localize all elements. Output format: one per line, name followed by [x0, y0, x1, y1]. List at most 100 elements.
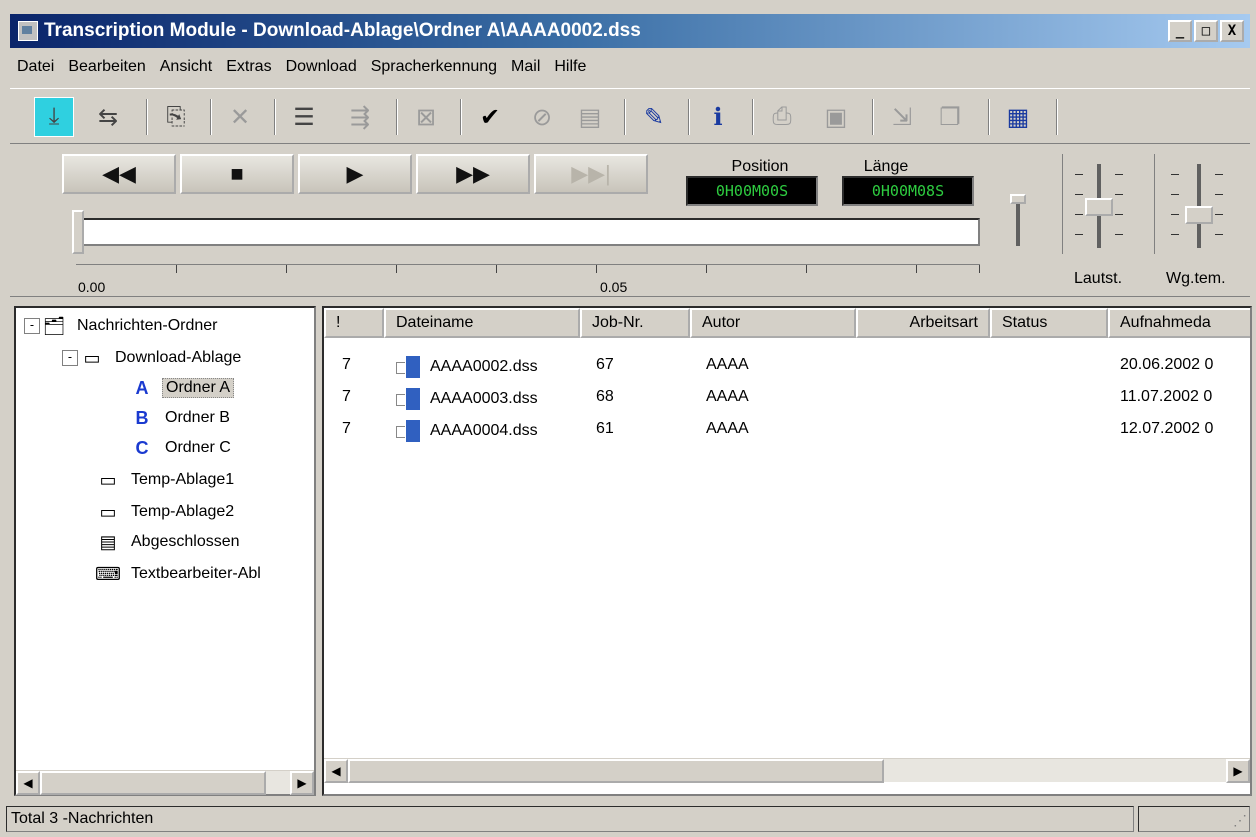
tray-icon: ▭ — [83, 347, 101, 368]
scroll-right-button[interactable]: ▶ — [290, 771, 314, 795]
cancel-icon[interactable]: ⊠ — [406, 97, 446, 137]
position-display: 0H00M00S — [686, 176, 818, 206]
toolbar: ⤓ ⇆ ⎘ ✕ ☰ ⇶ ⊠ ✔ ⊘ ▤ ✎ ℹ ⎙ ▣ ⇲ ❐ ▦ — [10, 88, 1250, 144]
volume-slider[interactable] — [1062, 154, 1135, 254]
tree-item-ordner-a[interactable]: A Ordner A — [128, 374, 235, 402]
column-arbeitsart[interactable]: Arbeitsart — [856, 308, 990, 338]
menu-bar: Datei Bearbeiten Ansicht Extras Download… — [10, 52, 593, 82]
close-button[interactable]: X — [1220, 20, 1244, 42]
maximize-button[interactable]: □ — [1194, 20, 1218, 42]
printer2-icon[interactable]: ▣ — [816, 97, 856, 137]
file-list: ! Dateiname Job-Nr. Autor Arbeitsart Sta… — [322, 306, 1252, 796]
tree-root[interactable]: 🗂 Nachrichten-Ordner — [40, 312, 221, 340]
delete-icon[interactable]: ✕ — [220, 97, 260, 137]
table-row[interactable]: 7 AAAA0004.dss 61 AAAA 12.07.2002 0 — [324, 416, 1250, 446]
info-icon[interactable]: ℹ — [698, 97, 738, 137]
import-icon[interactable]: ⎘ — [156, 97, 196, 137]
transfer-icon[interactable]: ⇶ — [340, 97, 380, 137]
window-title: Transcription Module - Download-Ablage\O… — [44, 20, 641, 41]
tree-item-ordner-c[interactable]: C Ordner C — [128, 434, 234, 462]
column-job-nr[interactable]: Job-Nr. — [580, 308, 690, 338]
small-slider[interactable] — [1010, 194, 1026, 250]
list-scroll-thumb[interactable] — [348, 759, 884, 783]
status-text: Total 3 -Nachrichten — [11, 810, 154, 827]
tree-hscrollbar[interactable]: ◀ ▶ — [16, 770, 314, 795]
player-panel: ◀◀ ■ ▶ ▶▶ ▶▶| Position 0H00M00S Länge 0H… — [10, 146, 1250, 297]
rewind-button[interactable]: ◀◀ — [62, 154, 176, 194]
messages-folder-icon: 🗂 — [42, 315, 66, 336]
status-pane: ⋰ — [1138, 806, 1250, 832]
tree-item-temp-ablage1[interactable]: ▭ Temp-Ablage1 — [94, 466, 237, 494]
column-priority[interactable]: ! — [324, 308, 384, 338]
list-icon[interactable]: ☰ — [284, 97, 324, 137]
menu-extras[interactable]: Extras — [219, 58, 278, 76]
dss-file-icon — [396, 420, 426, 442]
speed-label: Wg.tem. — [1166, 270, 1226, 287]
scale-mid-label: 0.05 — [600, 279, 628, 295]
copy-icon[interactable]: ❐ — [930, 97, 970, 137]
menu-hilfe[interactable]: Hilfe — [547, 58, 593, 76]
resize-grip-icon[interactable]: ⋰ — [1233, 812, 1247, 829]
length-display: 0H00M08S — [842, 176, 974, 206]
tree-item-temp-ablage2[interactable]: ▭ Temp-Ablage2 — [94, 498, 237, 526]
arrows-icon[interactable]: ⇆ — [88, 97, 128, 137]
menu-spracherkennung[interactable]: Spracherkennung — [364, 58, 504, 76]
tree-scroll-thumb[interactable] — [40, 771, 266, 795]
fast-forward-button[interactable]: ▶▶ — [416, 154, 530, 194]
edit-icon[interactable]: ✎ — [634, 97, 674, 137]
print-icon[interactable]: ⎙ — [762, 97, 802, 137]
tree-item-ordner-b[interactable]: B Ordner B — [128, 404, 233, 432]
list-hscrollbar[interactable]: ◀ ▶ — [324, 758, 1250, 783]
menu-ansicht[interactable]: Ansicht — [153, 58, 219, 76]
minimize-button[interactable]: _ — [1168, 20, 1192, 42]
app-icon[interactable] — [18, 21, 38, 41]
tree-item-download-ablage[interactable]: ▭ Download-Ablage — [78, 344, 244, 372]
tray-icon: ▭ — [99, 469, 117, 490]
folder-a-icon: A — [135, 377, 149, 398]
position-slider-thumb[interactable] — [72, 210, 84, 254]
position-label: Position — [731, 158, 789, 175]
column-aufnahmedatum[interactable]: Aufnahmeda — [1108, 308, 1250, 338]
volume-label: Lautst. — [1074, 270, 1123, 287]
menu-download[interactable]: Download — [279, 58, 364, 76]
menu-bearbeiten[interactable]: Bearbeiten — [61, 58, 152, 76]
column-status[interactable]: Status — [990, 308, 1108, 338]
expand-root-toggle[interactable]: - — [24, 318, 40, 334]
circle-check-icon[interactable]: ⊘ — [522, 97, 562, 137]
skip-end-button[interactable]: ▶▶| — [534, 154, 648, 194]
main-window: Transcription Module - Download-Ablage\O… — [0, 0, 1256, 837]
scroll-left-button[interactable]: ◀ — [16, 771, 40, 795]
tree-item-abgeschlossen[interactable]: ▤ Abgeschlossen — [94, 528, 243, 556]
column-autor[interactable]: Autor — [690, 308, 856, 338]
typist-icon: ⌨ — [95, 563, 121, 584]
title-bar[interactable]: Transcription Module - Download-Ablage\O… — [10, 14, 1250, 48]
menu-mail[interactable]: Mail — [504, 58, 547, 76]
column-dateiname[interactable]: Dateiname — [384, 308, 580, 338]
properties-icon[interactable]: ▦ — [998, 97, 1038, 137]
folder-c-icon: C — [135, 437, 149, 458]
tray-icon: ▭ — [99, 501, 117, 522]
scroll-left-button[interactable]: ◀ — [324, 759, 348, 783]
scale-start-label: 0.00 — [78, 279, 106, 295]
export-icon[interactable]: ⇲ — [882, 97, 922, 137]
speed-slider[interactable] — [1154, 154, 1241, 254]
play-button[interactable]: ▶ — [298, 154, 412, 194]
scroll-right-button[interactable]: ▶ — [1226, 759, 1250, 783]
form-icon[interactable]: ▤ — [570, 97, 610, 137]
expand-download-toggle[interactable]: - — [62, 350, 78, 366]
dss-file-icon — [396, 388, 426, 410]
table-row[interactable]: 7 AAAA0002.dss 67 AAAA 20.06.2002 0 — [324, 352, 1250, 382]
stop-button[interactable]: ■ — [180, 154, 294, 194]
table-row[interactable]: 7 AAAA0003.dss 68 AAAA 11.07.2002 0 — [324, 384, 1250, 414]
check-icon[interactable]: ✔ — [470, 97, 510, 137]
length-label: Länge — [863, 158, 909, 175]
tree-item-textbearbeiter[interactable]: ⌨ Textbearbeiter-Abl — [94, 560, 264, 588]
dss-file-icon — [396, 356, 426, 378]
list-header: ! Dateiname Job-Nr. Autor Arbeitsart Sta… — [324, 308, 1250, 338]
folder-tree: - 🗂 Nachrichten-Ordner - ▭ Download-Abla… — [14, 306, 316, 796]
menu-datei[interactable]: Datei — [10, 58, 61, 76]
download-icon[interactable]: ⤓ — [34, 97, 74, 137]
position-track[interactable] — [76, 218, 980, 246]
folder-b-icon: B — [135, 407, 149, 428]
status-bar: Total 3 -Nachrichten — [6, 806, 1134, 832]
